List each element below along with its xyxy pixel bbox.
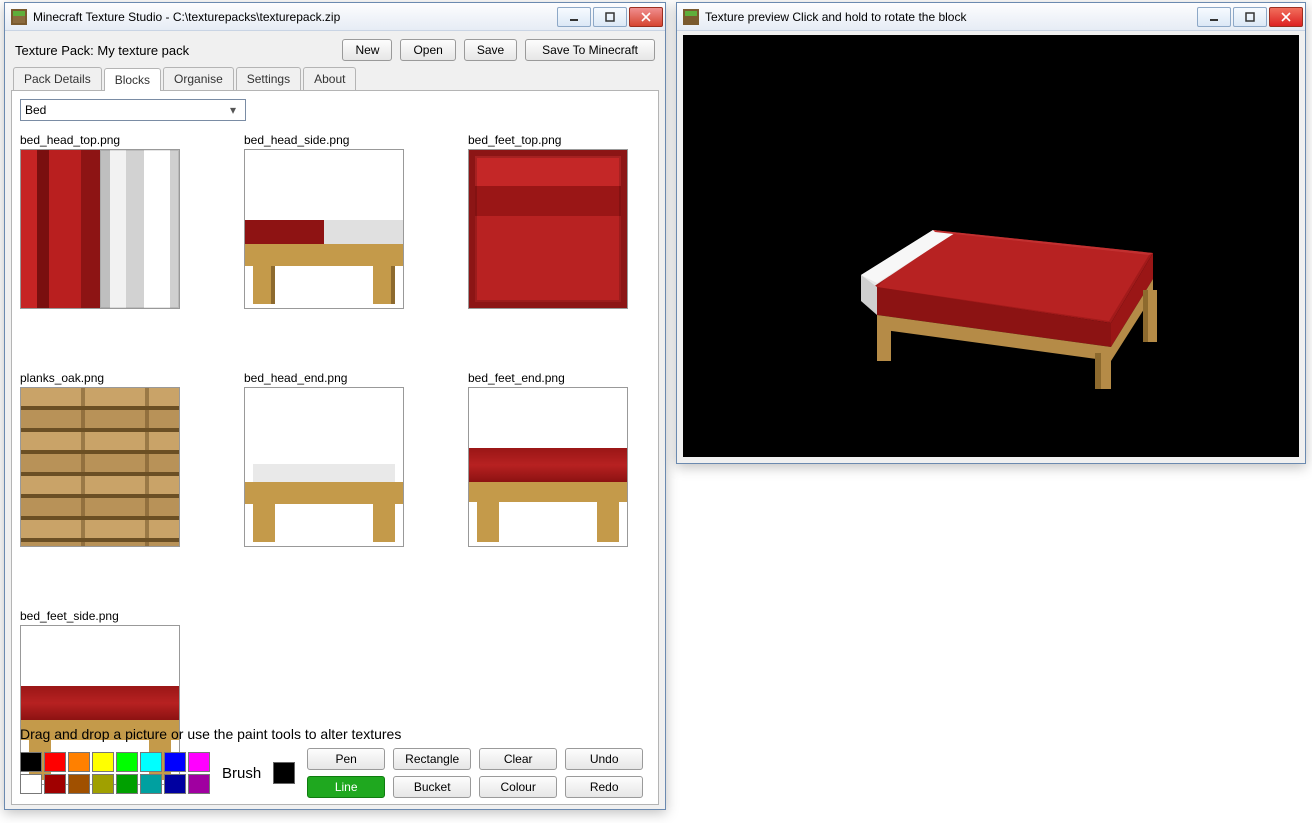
hint-text: Drag and drop a picture or use the paint… (20, 726, 650, 742)
color-swatch[interactable] (44, 752, 66, 772)
block-selector[interactable]: Bed ▾ (20, 99, 246, 121)
colour-tool-button[interactable]: Colour (479, 776, 557, 798)
color-swatch[interactable] (188, 774, 210, 794)
tab-about[interactable]: About (303, 67, 356, 90)
close-button[interactable] (1269, 7, 1303, 27)
texture-grid: bed_head_top.png bed_head_side.png bed_f… (20, 133, 650, 785)
save-button[interactable]: Save (464, 39, 517, 61)
rectangle-tool-button[interactable]: Rectangle (393, 748, 471, 770)
minimize-button[interactable] (557, 7, 591, 27)
preview-viewport[interactable] (683, 35, 1299, 457)
toolbar: Texture Pack: My texture pack New Open S… (11, 35, 659, 67)
minimize-button[interactable] (1197, 7, 1231, 27)
color-palette (20, 752, 210, 794)
undo-button[interactable]: Undo (565, 748, 643, 770)
main-client: Texture Pack: My texture pack New Open S… (11, 35, 659, 803)
block-selector-value: Bed (25, 103, 225, 117)
new-button[interactable]: New (342, 39, 392, 61)
maximize-button[interactable] (593, 7, 627, 27)
tab-strip: Pack Details Blocks Organise Settings Ab… (11, 67, 659, 91)
texture-item[interactable]: planks_oak.png (20, 371, 180, 547)
preview-window-title: Texture preview Click and hold to rotate… (705, 10, 1195, 24)
texture-item[interactable]: bed_head_side.png (244, 133, 404, 309)
bed-3d-render (843, 175, 1183, 395)
save-to-minecraft-button[interactable]: Save To Minecraft (525, 39, 655, 61)
paint-footer: Drag and drop a picture or use the paint… (20, 726, 650, 798)
tab-settings[interactable]: Settings (236, 67, 301, 90)
color-swatch[interactable] (20, 752, 42, 772)
color-swatch[interactable] (116, 752, 138, 772)
texture-label: bed_head_side.png (244, 133, 404, 147)
texture-label: planks_oak.png (20, 371, 180, 385)
preview-titlebar[interactable]: Texture preview Click and hold to rotate… (677, 3, 1305, 31)
color-swatch[interactable] (68, 752, 90, 772)
preview-window: Texture preview Click and hold to rotate… (676, 2, 1306, 464)
texture-preview[interactable] (20, 387, 180, 547)
texture-preview[interactable] (20, 149, 180, 309)
texture-item[interactable]: bed_head_end.png (244, 371, 404, 547)
color-swatch[interactable] (68, 774, 90, 794)
texture-item[interactable]: bed_feet_end.png (468, 371, 628, 547)
tool-buttons: Pen Rectangle Clear Undo Line Bucket Col… (307, 748, 643, 798)
main-titlebar[interactable]: Minecraft Texture Studio - C:\texturepac… (5, 3, 665, 31)
brush-label: Brush (222, 765, 261, 782)
texture-label: bed_feet_top.png (468, 133, 628, 147)
color-swatch[interactable] (164, 774, 186, 794)
chevron-down-icon: ▾ (225, 103, 241, 117)
clear-tool-button[interactable]: Clear (479, 748, 557, 770)
color-swatch[interactable] (140, 774, 162, 794)
color-swatch[interactable] (20, 774, 42, 794)
bucket-tool-button[interactable]: Bucket (393, 776, 471, 798)
texture-item[interactable]: bed_head_top.png (20, 133, 180, 309)
texture-preview[interactable] (468, 387, 628, 547)
app-icon (683, 9, 699, 25)
brush-color-swatch[interactable] (273, 762, 295, 784)
color-swatch[interactable] (92, 774, 114, 794)
redo-button[interactable]: Redo (565, 776, 643, 798)
texture-label: bed_feet_side.png (20, 609, 180, 623)
maximize-button[interactable] (1233, 7, 1267, 27)
tab-blocks[interactable]: Blocks (104, 68, 161, 91)
texture-label: bed_head_end.png (244, 371, 404, 385)
app-icon (11, 9, 27, 25)
color-swatch[interactable] (116, 774, 138, 794)
line-tool-button[interactable]: Line (307, 776, 385, 798)
main-window-title: Minecraft Texture Studio - C:\texturepac… (33, 10, 555, 24)
blocks-tabpage: Bed ▾ bed_head_top.png bed_head_side.png… (11, 91, 659, 805)
color-swatch[interactable] (92, 752, 114, 772)
close-button[interactable] (629, 7, 663, 27)
texture-preview[interactable] (244, 149, 404, 309)
tab-pack-details[interactable]: Pack Details (13, 67, 102, 90)
texture-preview[interactable] (244, 387, 404, 547)
color-swatch[interactable] (44, 774, 66, 794)
open-button[interactable]: Open (400, 39, 455, 61)
texture-item[interactable]: bed_feet_top.png (468, 133, 628, 309)
texture-pack-label: Texture Pack: My texture pack (15, 43, 189, 58)
tab-organise[interactable]: Organise (163, 67, 234, 90)
texture-preview[interactable] (468, 149, 628, 309)
color-swatch[interactable] (140, 752, 162, 772)
texture-label: bed_feet_end.png (468, 371, 628, 385)
main-window: Minecraft Texture Studio - C:\texturepac… (4, 2, 666, 810)
texture-label: bed_head_top.png (20, 133, 180, 147)
pen-tool-button[interactable]: Pen (307, 748, 385, 770)
color-swatch[interactable] (188, 752, 210, 772)
color-swatch[interactable] (164, 752, 186, 772)
